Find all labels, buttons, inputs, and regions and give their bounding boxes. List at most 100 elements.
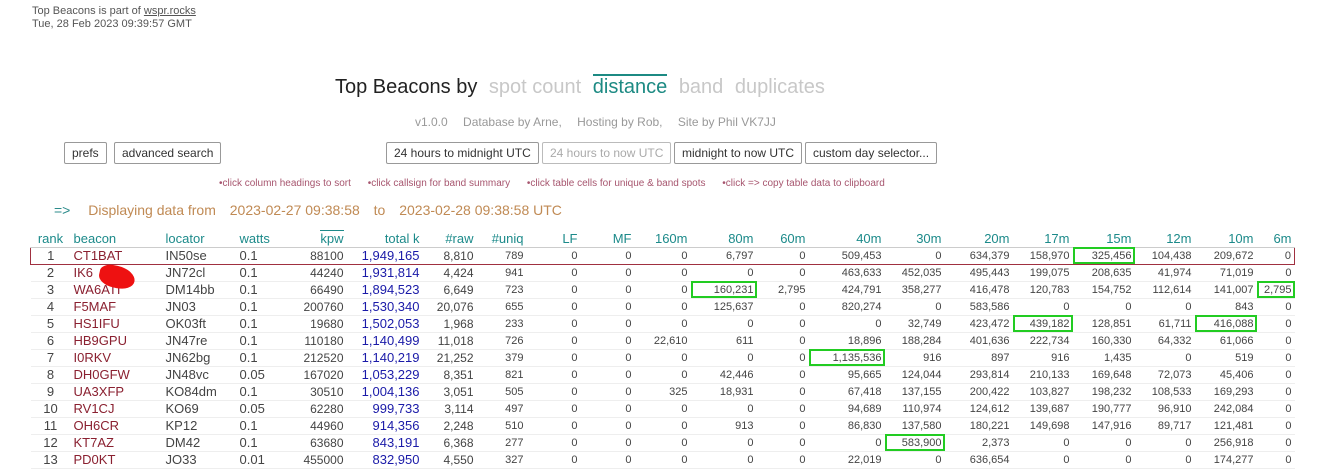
band-cell[interactable]: 941 — [476, 264, 527, 282]
band-cell[interactable]: 0 — [690, 264, 757, 282]
band-cell[interactable]: 160,330 — [1072, 332, 1135, 350]
band-cell[interactable]: 1,435 — [1072, 349, 1135, 367]
band-cell[interactable]: 61,711 — [1134, 315, 1195, 333]
midnight-to-now-button[interactable]: midnight to now UTC — [674, 142, 803, 164]
band-cell[interactable]: 242,084 — [1194, 400, 1257, 418]
band-cell[interactable]: 0 — [580, 298, 635, 316]
band-cell[interactable]: 379 — [476, 349, 527, 367]
band-cell[interactable]: 0 — [634, 315, 691, 333]
band-cell[interactable]: 0 — [756, 366, 809, 384]
total-cell[interactable]: 914,356 — [346, 417, 423, 435]
band-cell[interactable]: 2,373 — [944, 434, 1013, 452]
total-cell[interactable]: 1,931,814 — [346, 264, 423, 282]
band-cell[interactable]: 452,035 — [884, 264, 945, 282]
total-cell[interactable]: 1,004,136 — [346, 383, 423, 401]
band-cell[interactable]: 0 — [526, 366, 581, 384]
column-header-kpw[interactable]: kpw — [286, 230, 347, 248]
band-cell[interactable]: 583,586 — [944, 298, 1013, 316]
band-cell[interactable]: 0 — [690, 451, 757, 469]
band-cell[interactable]: 222,734 — [1012, 332, 1073, 350]
band-cell[interactable]: 137,155 — [884, 383, 945, 401]
band-cell[interactable]: 188,284 — [884, 332, 945, 350]
band-cell[interactable]: 110,974 — [884, 400, 945, 418]
band-cell[interactable]: 0 — [690, 315, 757, 333]
band-cell[interactable]: 0 — [526, 264, 581, 282]
total-cell[interactable]: 1,502,053 — [346, 315, 423, 333]
band-cell[interactable]: 821 — [476, 366, 527, 384]
band-cell[interactable]: 416,478 — [944, 281, 1013, 299]
custom-day-button[interactable]: custom day selector... — [805, 142, 938, 164]
band-cell[interactable]: 174,277 — [1194, 451, 1257, 469]
band-cell[interactable]: 137,580 — [884, 417, 945, 435]
band-cell[interactable]: 913 — [690, 417, 757, 435]
band-cell[interactable]: 169,648 — [1072, 366, 1135, 384]
band-cell[interactable]: 190,777 — [1072, 400, 1135, 418]
band-cell[interactable]: 655 — [476, 298, 527, 316]
callsign-cell[interactable]: CT1BAT — [70, 246, 163, 265]
callsign-cell[interactable]: PD0KT — [70, 451, 163, 469]
band-cell[interactable]: 423,472 — [944, 315, 1013, 333]
band-cell[interactable]: 42,446 — [690, 366, 757, 384]
band-cell[interactable]: 0 — [634, 417, 691, 435]
band-cell[interactable]: 0 — [1256, 383, 1295, 401]
total-cell[interactable]: 843,191 — [346, 434, 423, 452]
column-header-locator[interactable]: locator — [162, 231, 237, 248]
band-cell[interactable]: 0 — [580, 434, 635, 452]
band-cell[interactable]: 519 — [1194, 349, 1257, 367]
band-cell[interactable]: 128,851 — [1072, 315, 1135, 333]
raw-cell[interactable]: 11,018 — [422, 332, 477, 350]
column-header-12m[interactable]: 12m — [1134, 231, 1195, 248]
band-cell[interactable]: 0 — [884, 451, 945, 469]
band-cell[interactable]: 61,066 — [1194, 332, 1257, 350]
band-cell[interactable]: 0 — [1256, 349, 1295, 367]
column-header-mf[interactable]: MF — [580, 231, 635, 248]
band-cell[interactable]: 497 — [476, 400, 527, 418]
band-cell[interactable]: 95,665 — [808, 366, 885, 384]
raw-cell[interactable]: 8,810 — [422, 246, 477, 265]
callsign-cell[interactable]: HS1IFU — [70, 315, 163, 333]
band-cell[interactable]: 0 — [1256, 264, 1295, 282]
copy-arrow[interactable]: => — [54, 202, 70, 218]
band-cell[interactable]: 121,481 — [1194, 417, 1257, 435]
column-header-watts[interactable]: watts — [236, 231, 287, 248]
band-cell[interactable]: 0 — [580, 281, 635, 299]
band-cell[interactable]: 0 — [634, 451, 691, 469]
band-cell[interactable]: 18,931 — [690, 383, 757, 401]
band-cell[interactable]: 0 — [526, 332, 581, 350]
band-cell[interactable]: 0 — [580, 349, 635, 367]
band-cell[interactable]: 1,135,536 — [808, 349, 885, 367]
raw-cell[interactable]: 3,051 — [422, 383, 477, 401]
band-cell[interactable]: 0 — [1012, 298, 1073, 316]
band-cell[interactable]: 0 — [884, 246, 945, 265]
band-cell[interactable]: 0 — [580, 366, 635, 384]
column-header-total-k[interactable]: total k — [346, 231, 423, 248]
band-cell[interactable]: 209,672 — [1194, 246, 1257, 265]
band-cell[interactable]: 0 — [1012, 434, 1073, 452]
band-cell[interactable]: 124,044 — [884, 366, 945, 384]
band-cell[interactable]: 120,783 — [1012, 281, 1073, 299]
band-cell[interactable]: 509,453 — [808, 246, 885, 265]
column-header-15m[interactable]: 15m — [1072, 231, 1135, 248]
band-cell[interactable]: 0 — [1256, 451, 1295, 469]
band-cell[interactable]: 0 — [756, 349, 809, 367]
band-cell[interactable]: 293,814 — [944, 366, 1013, 384]
band-cell[interactable]: 124,612 — [944, 400, 1013, 418]
band-cell[interactable]: 726 — [476, 332, 527, 350]
band-cell[interactable]: 32,749 — [884, 315, 945, 333]
band-cell[interactable]: 139,687 — [1012, 400, 1073, 418]
band-cell[interactable]: 158,970 — [1012, 246, 1073, 265]
band-cell[interactable]: 463,633 — [808, 264, 885, 282]
callsign-cell[interactable]: HB9GPU — [70, 332, 163, 350]
raw-cell[interactable]: 1,968 — [422, 315, 477, 333]
band-cell[interactable]: 820,274 — [808, 298, 885, 316]
band-cell[interactable]: 0 — [526, 383, 581, 401]
band-cell[interactable]: 154,752 — [1072, 281, 1135, 299]
band-cell[interactable]: 0 — [526, 315, 581, 333]
band-cell[interactable]: 94,689 — [808, 400, 885, 418]
column-header-rank[interactable]: rank — [30, 231, 71, 248]
band-cell[interactable]: 141,007 — [1194, 281, 1257, 299]
wspr-rocks-link[interactable]: wspr.rocks — [144, 5, 196, 17]
band-cell[interactable]: 41,974 — [1134, 264, 1195, 282]
band-cell[interactable]: 147,916 — [1072, 417, 1135, 435]
band-cell[interactable]: 64,332 — [1134, 332, 1195, 350]
